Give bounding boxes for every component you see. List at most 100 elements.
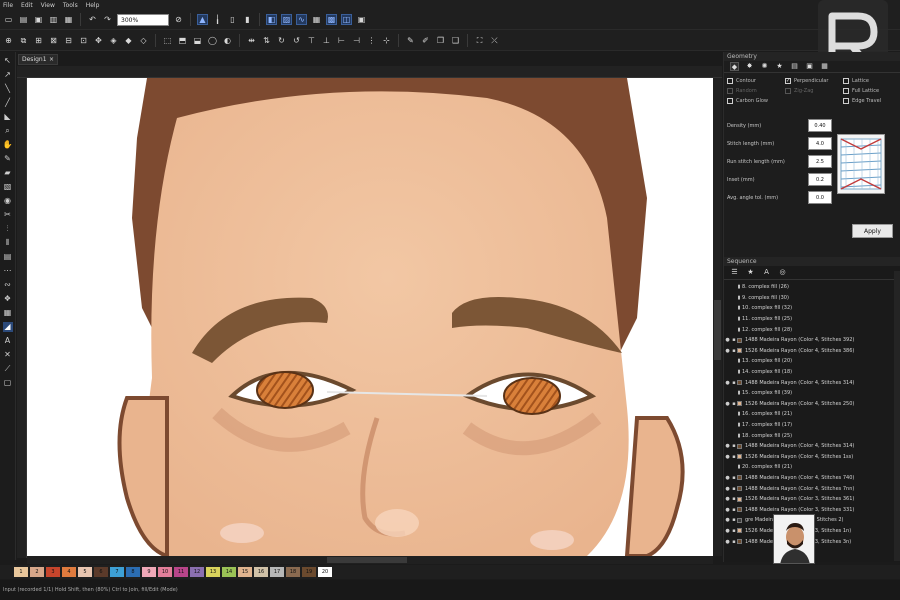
- sequence-color-row[interactable]: ●▪1526 Madeira Rayon (Color 3, Stitches …: [724, 494, 900, 505]
- align-bottom-icon[interactable]: ⊥: [321, 35, 332, 46]
- new-file-icon[interactable]: ▭: [3, 14, 14, 25]
- fill-icon[interactable]: ◆: [123, 35, 134, 46]
- target-icon[interactable]: ⊕: [3, 35, 14, 46]
- grid-icon[interactable]: ▦: [311, 14, 322, 25]
- pointer-icon[interactable]: ↖: [3, 56, 13, 66]
- circle-icon[interactable]: ◯: [207, 35, 218, 46]
- duplicate-icon[interactable]: ⊞: [33, 35, 44, 46]
- menu-tools[interactable]: Tools: [63, 2, 78, 9]
- palette-swatch[interactable]: 10: [158, 567, 172, 577]
- tatami-icon[interactable]: ▦: [3, 308, 13, 318]
- checkbox-box[interactable]: [727, 88, 733, 94]
- motif-icon[interactable]: ❖: [3, 294, 13, 304]
- misc-tab-icon[interactable]: ▦: [820, 62, 829, 71]
- align-top-icon[interactable]: ⊤: [306, 35, 317, 46]
- horizontal-scrollbar[interactable]: [27, 556, 713, 564]
- settings-icon[interactable]: ▣: [356, 14, 367, 25]
- visibility-eye-icon[interactable]: ●: [724, 496, 731, 502]
- line-icon[interactable]: ╲: [3, 84, 13, 94]
- lettering-icon[interactable]: A: [3, 336, 13, 346]
- checkbox-box[interactable]: [843, 88, 849, 94]
- checkbox-box[interactable]: ✓: [785, 78, 791, 84]
- active-fill-icon[interactable]: ◢: [2, 322, 13, 332]
- sequence-color-row[interactable]: ● ▪ 1488 Madeira Rayon (Color 4, Stitches …: [724, 377, 900, 388]
- checkbox-contour[interactable]: Contour: [727, 78, 785, 84]
- eraser-icon[interactable]: ▰: [3, 168, 13, 178]
- visibility-eye-icon[interactable]: ●: [724, 475, 731, 481]
- pages-icon[interactable]: ❐: [435, 35, 446, 46]
- sequence-color-row[interactable]: ● ▪ 1488 Madeira Rayon (Color 4, Stitches …: [724, 483, 900, 494]
- lock-icon[interactable]: ▲: [197, 14, 208, 25]
- palette-swatch[interactable]: 1: [14, 567, 28, 577]
- inset-input[interactable]: 0.2: [808, 173, 832, 186]
- color-picker-icon[interactable]: ◉: [3, 196, 13, 206]
- palette-swatch[interactable]: 9: [142, 567, 156, 577]
- layers-stack-icon[interactable]: ❑: [450, 35, 461, 46]
- palette-swatch[interactable]: 11: [174, 567, 188, 577]
- copy-icon[interactable]: ⧉: [18, 35, 29, 46]
- color-tab-icon[interactable]: ▣: [805, 62, 814, 71]
- underlay-tab-icon[interactable]: ▤: [790, 62, 799, 71]
- palette-swatch[interactable]: 5: [78, 567, 92, 577]
- palette-swatch[interactable]: 7: [110, 567, 124, 577]
- hoop-tool-icon[interactable]: ▢: [3, 378, 13, 388]
- edit-icon[interactable]: ✎: [405, 35, 416, 46]
- palette-swatch[interactable]: 13: [206, 567, 220, 577]
- stitch-icon[interactable]: ▮: [242, 14, 253, 25]
- transform-tool-icon[interactable]: ✕: [3, 350, 13, 360]
- collapse-icon[interactable]: ⤫: [489, 35, 500, 46]
- shape-icon[interactable]: ⬓: [192, 35, 203, 46]
- flip-horizontal-icon[interactable]: ⇹: [246, 35, 257, 46]
- sequence-color-row[interactable]: ● ▪ 1488 Madeira Rayon (Color 4, Stitches …: [724, 335, 900, 346]
- palette-swatch[interactable]: 20: [318, 567, 332, 577]
- sequence-color-row[interactable]: ● ▪ 1488 Madeira Rayon (Color 4, Stitches …: [724, 441, 900, 452]
- flip-vertical-icon[interactable]: ⇅: [261, 35, 272, 46]
- sequence-object-row[interactable]: ▮ 18. complex fill (25): [724, 430, 900, 441]
- checkbox-edge-travel[interactable]: Edge Travel: [843, 98, 900, 104]
- palette-swatch[interactable]: 6: [94, 567, 108, 577]
- rotate-icon[interactable]: ↻: [276, 35, 287, 46]
- node-pointer-icon[interactable]: ↗: [3, 70, 13, 80]
- visibility-eye-icon[interactable]: ●: [724, 517, 731, 523]
- arc-icon[interactable]: ◐: [222, 35, 233, 46]
- geometry-tab-icon[interactable]: ◆: [730, 62, 739, 71]
- brush-icon[interactable]: ◣: [3, 112, 13, 122]
- sequence-color-row[interactable]: ● ▪ 1488 Madeira Rayon (Color 4, Stitches …: [724, 473, 900, 484]
- palette-swatch[interactable]: 16: [254, 567, 268, 577]
- checkbox-box[interactable]: [727, 98, 733, 104]
- checkbox-zigzag[interactable]: Zig-Zag: [785, 88, 843, 94]
- image-icon[interactable]: ▧: [3, 182, 13, 192]
- scroll-thumb[interactable]: [327, 557, 407, 563]
- hand-icon[interactable]: ✋: [3, 140, 13, 150]
- star-tab-icon[interactable]: ★: [775, 62, 784, 71]
- open-folder-icon[interactable]: ▤: [18, 14, 29, 25]
- visibility-eye-icon[interactable]: ●: [724, 454, 731, 460]
- sequence-object-row[interactable]: ▮ 13. complex fill (20): [724, 356, 900, 367]
- design-canvas[interactable]: [27, 78, 713, 556]
- knife-icon[interactable]: ╱: [3, 98, 13, 108]
- sequence-object-row[interactable]: ▮ 15. complex fill (39): [724, 388, 900, 399]
- print-icon[interactable]: ▦: [63, 14, 74, 25]
- text-icon[interactable]: A: [762, 268, 771, 277]
- list-icon[interactable]: ☰: [730, 268, 739, 277]
- align-left-icon[interactable]: ⊢: [336, 35, 347, 46]
- save-icon[interactable]: ▣: [33, 14, 44, 25]
- palette-swatch[interactable]: 3: [46, 567, 60, 577]
- transform-icon[interactable]: ⬒: [177, 35, 188, 46]
- pen-tool-icon[interactable]: ✎: [3, 154, 13, 164]
- center-icon[interactable]: ⊹: [381, 35, 392, 46]
- delete-icon[interactable]: ⊠: [48, 35, 59, 46]
- rotate-ccw-icon[interactable]: ↺: [291, 35, 302, 46]
- align-icon[interactable]: ⊡: [78, 35, 89, 46]
- palette-swatch[interactable]: 19: [302, 567, 316, 577]
- hoop-icon[interactable]: ▯: [227, 14, 238, 25]
- document-tab[interactable]: Design1 ×: [18, 54, 58, 65]
- fit-icon[interactable]: ⛶: [474, 35, 485, 46]
- undo-icon[interactable]: ↶: [87, 14, 98, 25]
- menu-view[interactable]: View: [41, 2, 55, 9]
- sequence-object-row[interactable]: ▮ 10. complex fill (32): [724, 303, 900, 314]
- palette-swatch[interactable]: 15: [238, 567, 252, 577]
- star-icon[interactable]: ★: [746, 268, 755, 277]
- applique-icon[interactable]: ∾: [3, 280, 13, 290]
- visibility-eye-icon[interactable]: ●: [724, 401, 731, 407]
